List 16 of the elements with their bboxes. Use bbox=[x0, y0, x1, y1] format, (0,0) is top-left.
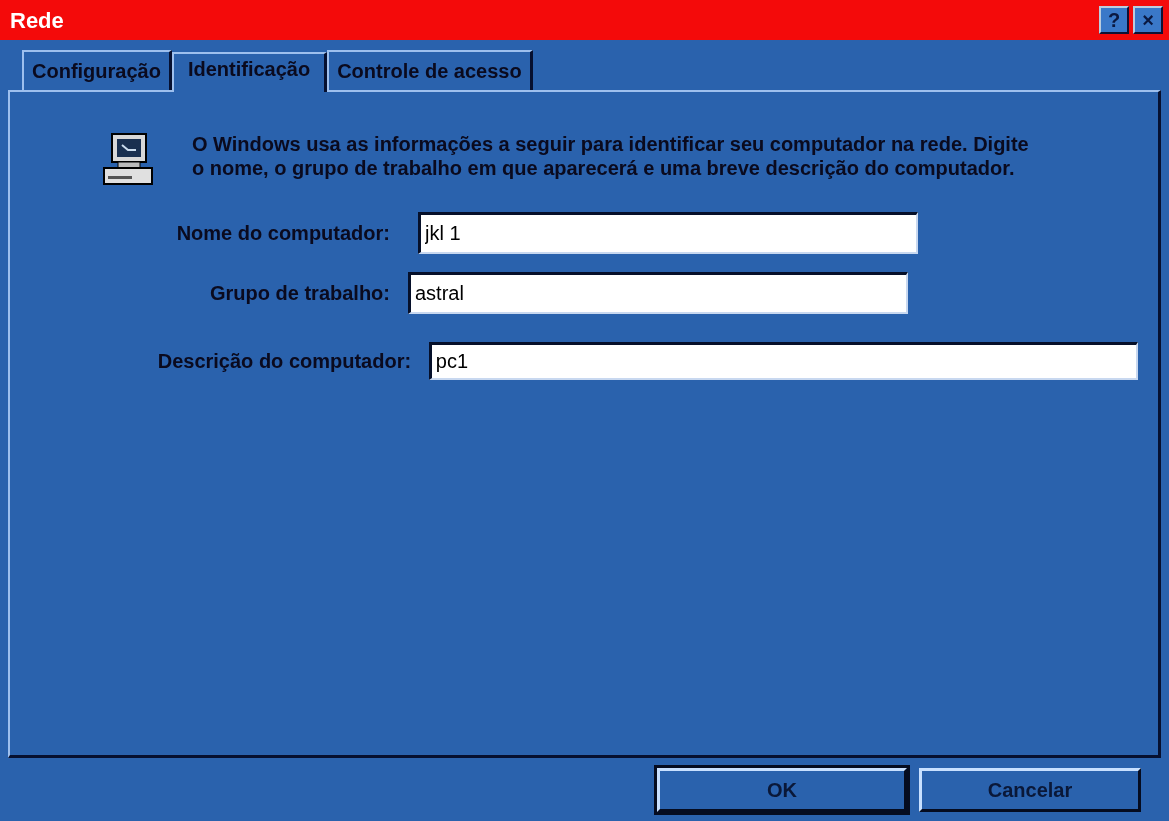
computer-icon bbox=[102, 132, 154, 188]
cancel-button[interactable]: Cancelar bbox=[919, 768, 1141, 812]
close-button[interactable]: × bbox=[1133, 6, 1163, 34]
ok-button[interactable]: OK bbox=[657, 768, 907, 812]
field-label: Nome do computador: bbox=[175, 222, 391, 244]
help-button[interactable]: ? bbox=[1099, 6, 1129, 34]
window-title: Rede bbox=[10, 6, 64, 35]
tab[interactable]: Controle de acesso bbox=[327, 50, 533, 90]
input-field[interactable]: pc1 bbox=[428, 342, 1138, 380]
tab[interactable]: Identificação bbox=[171, 52, 328, 92]
field-label: Grupo de trabalho: bbox=[209, 282, 391, 304]
description-text: O Windows usa as informações a seguir para identificar seu computador na rede. Digite o nome, o grupo de trabalho em que aparecerá e uma breve descrição do computador. bbox=[192, 132, 1030, 181]
input-field[interactable]: astral bbox=[408, 272, 908, 314]
input-field[interactable]: jkl 1 bbox=[418, 212, 918, 254]
tab[interactable]: Configuração bbox=[22, 50, 172, 90]
field-label: Descrição do computador: bbox=[156, 350, 413, 372]
